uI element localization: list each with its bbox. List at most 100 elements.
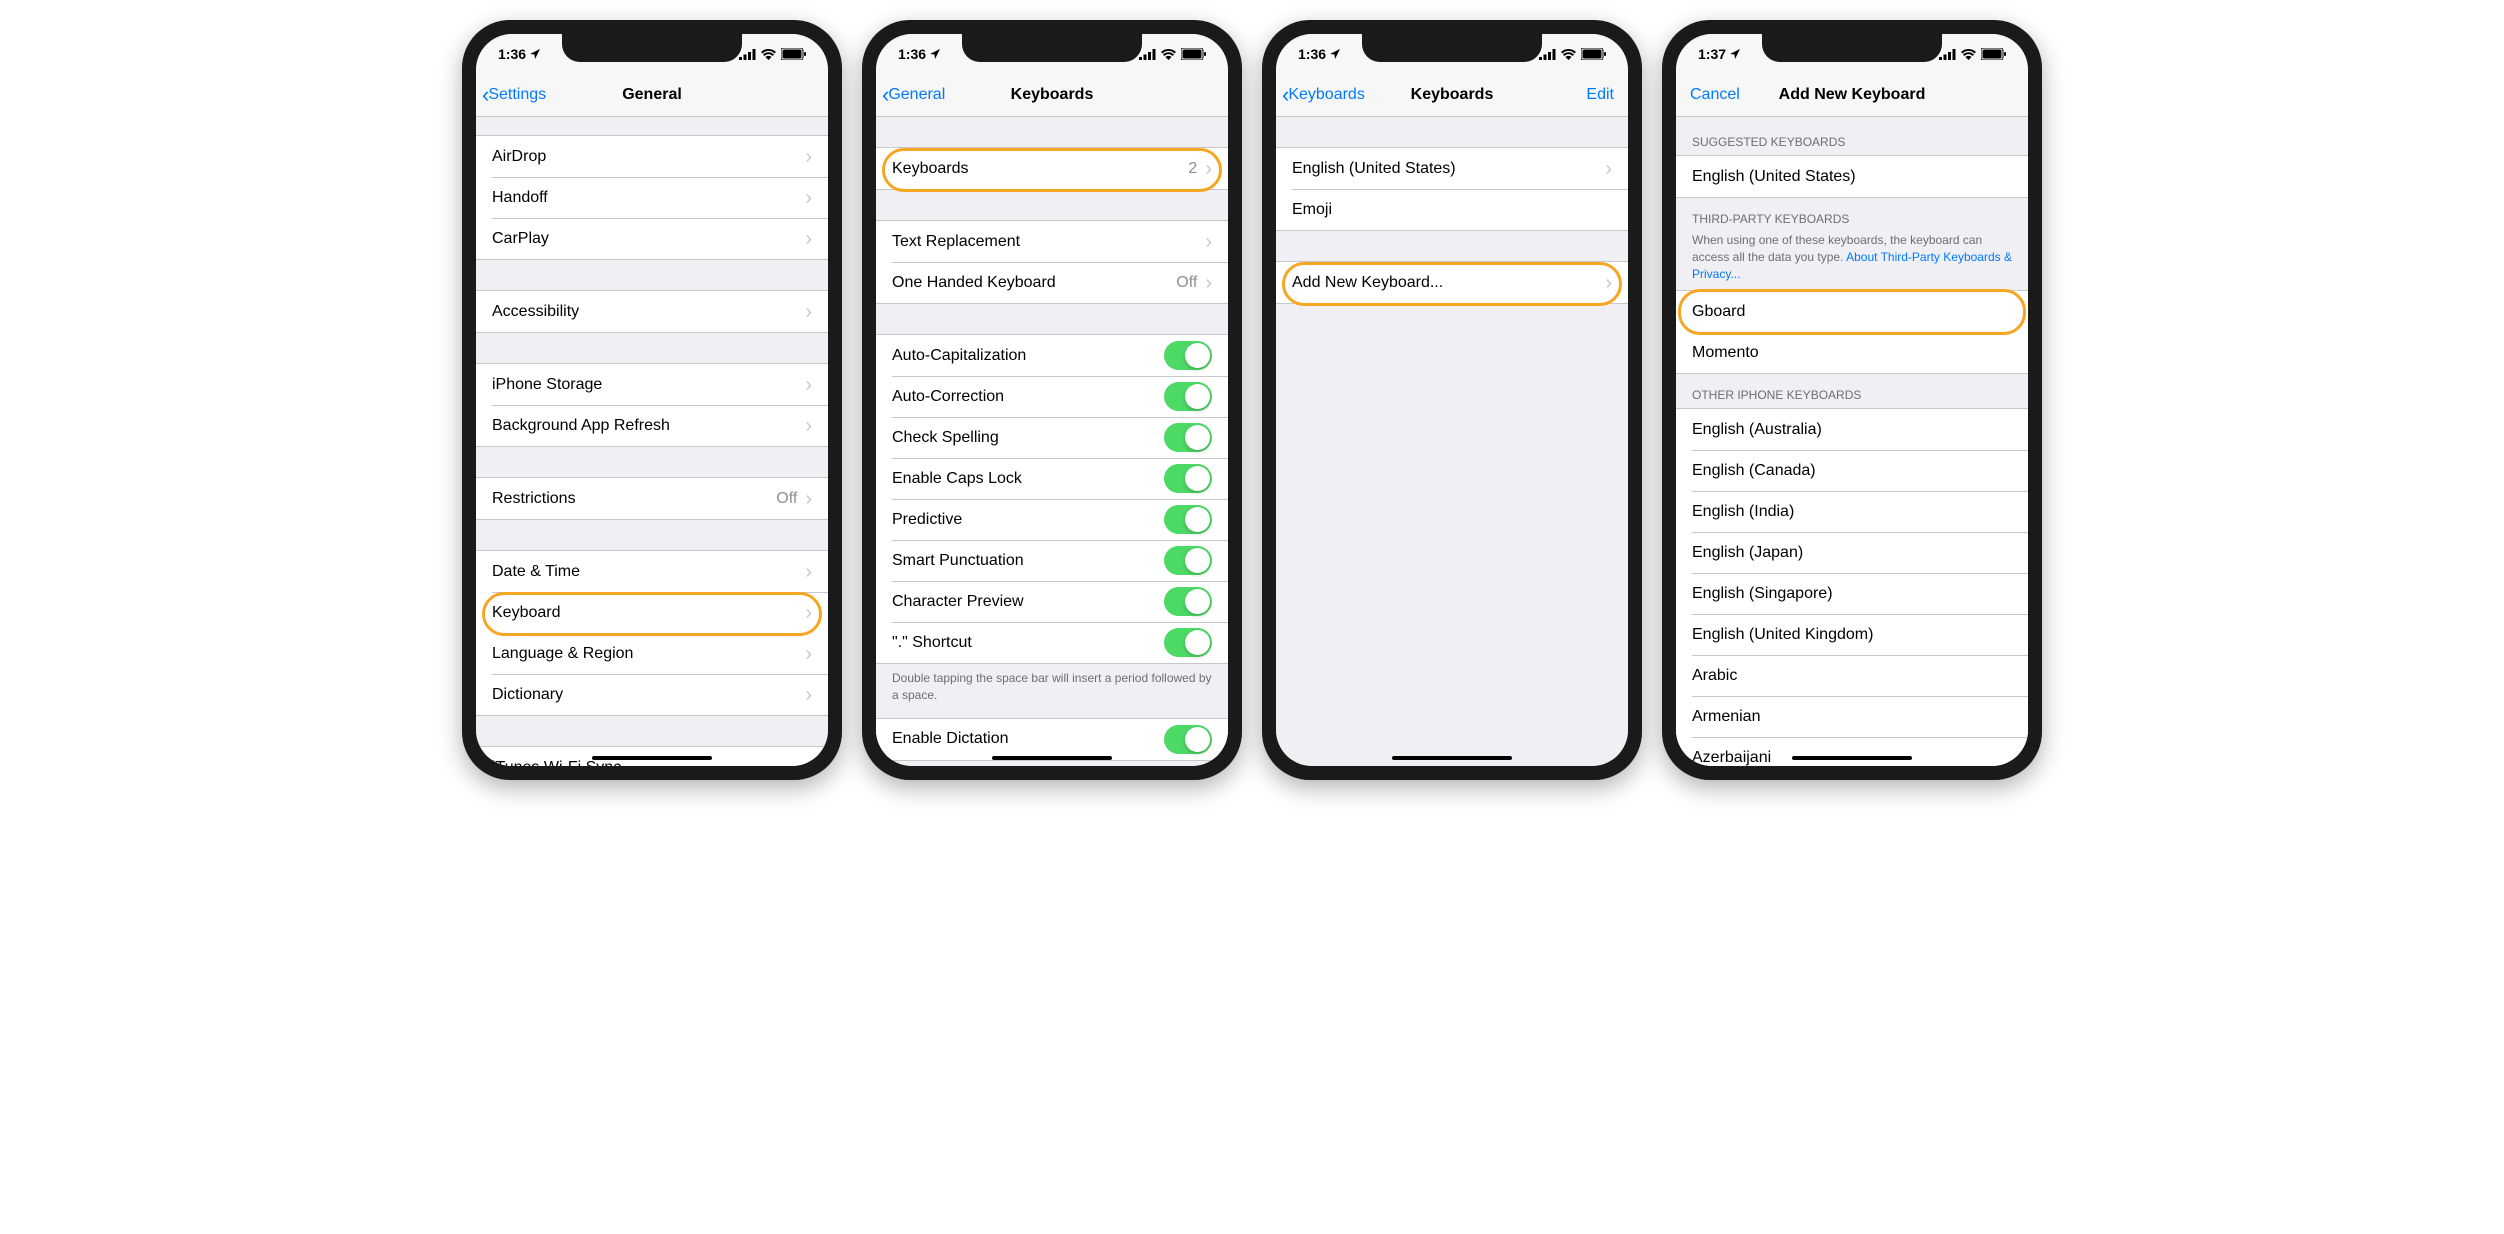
phone-frame-3: 1:36 ‹Keyboards Keyboards Edit English (… — [1262, 20, 1642, 780]
home-indicator[interactable] — [592, 756, 712, 760]
screen-3: 1:36 ‹Keyboards Keyboards Edit English (… — [1276, 34, 1628, 766]
screen-4: 1:37 Cancel Add New Keyboard SUGGESTED K… — [1676, 34, 2028, 766]
wifi-icon — [1961, 49, 1976, 60]
battery-icon — [1981, 48, 2006, 60]
notch — [562, 34, 742, 62]
row-armenian[interactable]: Armenian — [1676, 696, 2028, 737]
notch — [962, 34, 1142, 62]
row-auto-correction[interactable]: Auto-Correction — [876, 376, 1228, 417]
chevron-right-icon: › — [805, 603, 812, 623]
signal-icon — [1939, 49, 1956, 60]
row-accessibility[interactable]: Accessibility› — [476, 291, 828, 332]
chevron-right-icon: › — [805, 188, 812, 208]
row-text-replacement[interactable]: Text Replacement› — [876, 221, 1228, 262]
status-time: 1:36 — [1298, 46, 1326, 62]
home-indicator[interactable] — [1792, 756, 1912, 760]
row-enable-dictation[interactable]: Enable Dictation — [876, 719, 1228, 760]
row-carplay[interactable]: CarPlay› — [476, 218, 828, 259]
location-icon — [1730, 49, 1740, 59]
content-1: AirDrop› Handoff› CarPlay› Accessibility… — [476, 117, 828, 766]
back-button[interactable]: ‹Keyboards — [1282, 82, 1365, 108]
row-english-us[interactable]: English (United States)› — [1276, 148, 1628, 189]
chevron-right-icon: › — [805, 685, 812, 705]
row-emoji[interactable]: Emoji — [1276, 189, 1628, 230]
screen-1: 1:36 ‹ Settings General AirDrop› Hand — [476, 34, 828, 766]
row-momento[interactable]: Momento — [1676, 332, 2028, 373]
section-header-suggested: SUGGESTED KEYBOARDS — [1676, 117, 2028, 155]
chevron-right-icon: › — [805, 416, 812, 436]
toggle[interactable] — [1164, 587, 1212, 616]
row-azerbaijani[interactable]: Azerbaijani — [1676, 737, 2028, 766]
row-character-preview[interactable]: Character Preview — [876, 581, 1228, 622]
cancel-button[interactable]: Cancel — [1690, 86, 1740, 104]
back-button[interactable]: ‹General — [882, 82, 945, 108]
nav-title: General — [622, 86, 682, 104]
toggle[interactable] — [1164, 725, 1212, 754]
row-english-singapore[interactable]: English (Singapore) — [1676, 573, 2028, 614]
row-period-shortcut[interactable]: "." Shortcut — [876, 622, 1228, 663]
wifi-icon — [761, 49, 776, 60]
chevron-right-icon: › — [1205, 159, 1212, 179]
row-auto-capitalization[interactable]: Auto-Capitalization — [876, 335, 1228, 376]
chevron-right-icon: › — [805, 375, 812, 395]
status-time: 1:36 — [898, 46, 926, 62]
back-button[interactable]: ‹ Settings — [482, 82, 546, 108]
chevron-right-icon: › — [805, 302, 812, 322]
row-add-new-keyboard[interactable]: Add New Keyboard...› — [1276, 262, 1628, 303]
toggle[interactable] — [1164, 546, 1212, 575]
dictation-privacy-link[interactable]: About Dictation and Privacy... — [876, 761, 1228, 766]
row-date-time[interactable]: Date & Time› — [476, 551, 828, 592]
chevron-right-icon: › — [805, 229, 812, 249]
nav-title: Add New Keyboard — [1779, 86, 1926, 104]
phone-frame-1: 1:36 ‹ Settings General AirDrop› Hand — [462, 20, 842, 780]
back-label: General — [888, 86, 945, 104]
row-english-canada[interactable]: English (Canada) — [1676, 450, 2028, 491]
row-english-australia[interactable]: English (Australia) — [1676, 409, 2028, 450]
row-english-india[interactable]: English (India) — [1676, 491, 2028, 532]
nav-bar: ‹General Keyboards — [876, 74, 1228, 117]
nav-title: Keyboards — [1011, 86, 1094, 104]
nav-bar: ‹Keyboards Keyboards Edit — [1276, 74, 1628, 117]
section-subheader-third-party: When using one of these keyboards, the k… — [1676, 232, 2028, 290]
chevron-right-icon: › — [805, 644, 812, 664]
signal-icon — [1139, 49, 1156, 60]
battery-icon — [1181, 48, 1206, 60]
row-gboard[interactable]: Gboard — [1676, 291, 2028, 332]
status-time: 1:37 — [1698, 46, 1726, 62]
row-arabic[interactable]: Arabic — [1676, 655, 2028, 696]
nav-bar: ‹ Settings General — [476, 74, 828, 117]
home-indicator[interactable] — [1392, 756, 1512, 760]
row-english-japan[interactable]: English (Japan) — [1676, 532, 2028, 573]
row-keyboards[interactable]: Keyboards2› — [876, 148, 1228, 189]
row-suggested-english-us[interactable]: English (United States) — [1676, 156, 2028, 197]
row-bg-app-refresh[interactable]: Background App Refresh› — [476, 405, 828, 446]
content-3: English (United States)› Emoji Add New K… — [1276, 117, 1628, 766]
section-header-other: OTHER IPHONE KEYBOARDS — [1676, 374, 2028, 408]
toggle[interactable] — [1164, 423, 1212, 452]
location-icon — [1330, 49, 1340, 59]
wifi-icon — [1161, 49, 1176, 60]
toggle[interactable] — [1164, 382, 1212, 411]
row-airdrop[interactable]: AirDrop› — [476, 136, 828, 177]
toggle[interactable] — [1164, 505, 1212, 534]
row-language-region[interactable]: Language & Region› — [476, 633, 828, 674]
row-one-handed[interactable]: One Handed KeyboardOff› — [876, 262, 1228, 303]
row-dictionary[interactable]: Dictionary› — [476, 674, 828, 715]
signal-icon — [739, 49, 756, 60]
row-english-uk[interactable]: English (United Kingdom) — [1676, 614, 2028, 655]
toggle[interactable] — [1164, 628, 1212, 657]
row-handoff[interactable]: Handoff› — [476, 177, 828, 218]
row-iphone-storage[interactable]: iPhone Storage› — [476, 364, 828, 405]
row-enable-caps-lock[interactable]: Enable Caps Lock — [876, 458, 1228, 499]
toggle[interactable] — [1164, 464, 1212, 493]
home-indicator[interactable] — [992, 756, 1112, 760]
toggle[interactable] — [1164, 341, 1212, 370]
edit-button[interactable]: Edit — [1586, 86, 1614, 104]
row-keyboard[interactable]: Keyboard› — [476, 592, 828, 633]
battery-icon — [1581, 48, 1606, 60]
row-predictive[interactable]: Predictive — [876, 499, 1228, 540]
row-smart-punctuation[interactable]: Smart Punctuation — [876, 540, 1228, 581]
row-check-spelling[interactable]: Check Spelling — [876, 417, 1228, 458]
content-2: Keyboards2› Text Replacement› One Handed… — [876, 117, 1228, 766]
row-restrictions[interactable]: RestrictionsOff› — [476, 478, 828, 519]
